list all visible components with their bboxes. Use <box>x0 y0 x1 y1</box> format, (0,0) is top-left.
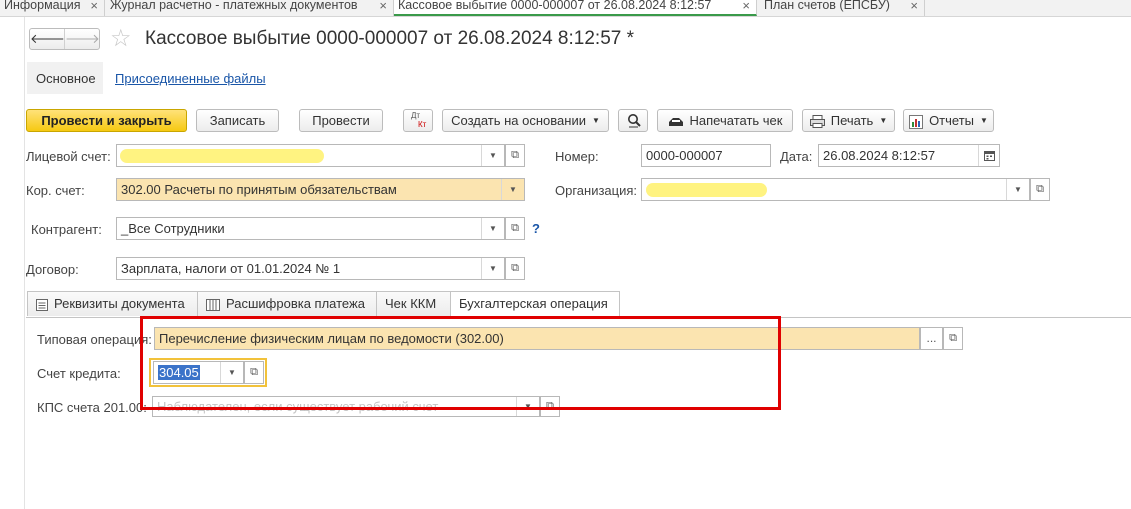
save-button[interactable]: Записать <box>196 109 279 132</box>
ellipsis-select-button[interactable]: ... <box>920 327 943 350</box>
print-receipt-button[interactable]: Напечатать чек <box>657 109 793 132</box>
page-title: Кассовое выбытие 0000-000007 от 26.08.20… <box>145 28 634 49</box>
open-icon[interactable]: ⧉ <box>505 257 525 280</box>
caret-down-icon: ▼ <box>980 116 988 125</box>
contract-label: Договор: <box>26 262 79 277</box>
back-arrow-icon[interactable]: 🡐 <box>30 29 65 49</box>
close-icon[interactable]: × <box>910 0 918 16</box>
counterparty-label: Контрагент: <box>31 222 102 237</box>
print-receipt-label: Напечатать чек <box>689 113 783 128</box>
organization-label: Организация: <box>555 183 638 198</box>
caret-down-icon: ▼ <box>879 116 888 125</box>
tab-payment-breakdown[interactable]: Расшифровка платежа <box>197 291 377 316</box>
operation-type-label: Типовая операция: <box>37 332 152 347</box>
caret-down-icon: ▼ <box>591 116 600 125</box>
window-tab-label: Журнал расчетно - платежных документов <box>110 0 358 12</box>
create-based-on-label: Создать на основании <box>451 113 586 128</box>
tab-label: Реквизиты документа <box>54 296 185 311</box>
reports-button[interactable]: Отчеты ▼ <box>903 109 994 132</box>
number-field[interactable]: 0000-000007 <box>641 144 771 167</box>
window-tab-bar: Информация × Журнал расчетно - платежных… <box>0 0 1131 17</box>
window-tab-journal[interactable]: Журнал расчетно - платежных документов × <box>106 0 394 16</box>
reports-label: Отчеты <box>929 113 974 128</box>
cor-account-value: 302.00 Расчеты по принятым обязательства… <box>121 182 397 197</box>
print-label: Печать <box>830 113 874 128</box>
tab-document-details[interactable]: Реквизиты документа <box>27 291 198 316</box>
open-icon[interactable]: ⧉ <box>505 217 525 240</box>
kt-label: Кт <box>418 120 427 129</box>
window-tab-information[interactable]: Информация × <box>0 0 105 16</box>
calendar-icon[interactable] <box>978 145 999 166</box>
dt-kt-button[interactable]: Дт Кт <box>403 109 433 132</box>
window-tab-cash-outflow[interactable]: Кассовое выбытие 0000-000007 от 26.08.20… <box>394 0 757 16</box>
counterparty-value: _Все Сотрудники <box>121 221 225 236</box>
window-tab-label: Кассовое выбытие 0000-000007 от 26.08.20… <box>398 0 712 12</box>
redaction-highlight <box>646 183 767 197</box>
create-based-on-button[interactable]: Создать на основании ▼ <box>442 109 609 132</box>
open-icon[interactable]: ⧉ <box>1030 178 1050 201</box>
nav-item-attached-files[interactable]: Присоединенные файлы <box>115 71 266 86</box>
cor-account-label: Кор. счет: <box>26 183 85 198</box>
star-favorite-icon[interactable]: ☆ <box>110 24 132 53</box>
redaction-highlight <box>120 149 324 163</box>
nav-item-main[interactable]: Основное <box>27 62 103 94</box>
number-label: Номер: <box>555 149 599 164</box>
kps-label: КПС счета 201.00: <box>37 400 147 415</box>
counterparty-field[interactable]: _Все Сотрудники ▼ <box>116 217 505 240</box>
date-field[interactable]: 26.08.2024 8:12:57 <box>818 144 1000 167</box>
document-icon <box>36 298 48 311</box>
date-label: Дата: <box>780 149 813 164</box>
post-and-close-button[interactable]: Провести и закрыть <box>26 109 187 132</box>
dropdown-icon[interactable]: ▼ <box>501 179 524 200</box>
dropdown-icon[interactable]: ▼ <box>481 145 504 166</box>
open-icon[interactable]: ⧉ <box>505 144 525 167</box>
date-value: 26.08.2024 8:12:57 <box>823 148 936 163</box>
close-icon[interactable]: × <box>742 0 750 14</box>
magnifier-icon <box>628 114 641 128</box>
nav-buttons: 🡐 🡒 <box>29 28 100 50</box>
window-tab-chart-of-accounts[interactable]: План счетов (ЕПСБУ) × <box>760 0 925 16</box>
left-panel <box>0 17 25 509</box>
dropdown-icon[interactable]: ▼ <box>481 258 504 279</box>
personal-account-label: Лицевой счет: <box>26 149 111 164</box>
dt-label: Дт <box>411 111 421 120</box>
nav-item-main-label: Основное <box>36 71 96 86</box>
contract-field[interactable]: Зарплата, налоги от 01.01.2024 № 1 ▼ <box>116 257 505 280</box>
forward-arrow-icon[interactable]: 🡒 <box>65 29 100 49</box>
window-tab-label: Информация <box>4 0 81 12</box>
annotation-frame <box>140 316 781 410</box>
cash-register-icon <box>668 117 683 126</box>
close-icon[interactable]: × <box>379 0 387 16</box>
open-icon[interactable]: ⧉ <box>943 327 963 350</box>
help-icon[interactable]: ? <box>532 221 540 236</box>
cor-account-field[interactable]: 302.00 Расчеты по принятым обязательства… <box>116 178 525 201</box>
contract-value: Зарплата, налоги от 01.01.2024 № 1 <box>121 261 341 276</box>
print-button[interactable]: Печать ▼ <box>802 109 895 132</box>
printer-icon <box>809 115 825 129</box>
table-icon <box>206 298 220 311</box>
search-button[interactable] <box>618 109 648 132</box>
credit-account-label: Счет кредита: <box>37 366 121 381</box>
tab-label: Расшифровка платежа <box>226 296 365 311</box>
dropdown-icon[interactable]: ▼ <box>1006 179 1029 200</box>
report-chart-icon <box>909 114 924 129</box>
dropdown-icon[interactable]: ▼ <box>481 218 504 239</box>
post-button[interactable]: Провести <box>299 109 383 132</box>
tab-cash-register-receipt[interactable]: Чек ККМ <box>376 291 451 316</box>
close-icon[interactable]: × <box>90 0 98 16</box>
window-tab-label: План счетов (ЕПСБУ) <box>764 0 890 12</box>
tab-accounting-operation[interactable]: Бухгалтерская операция <box>450 291 620 318</box>
